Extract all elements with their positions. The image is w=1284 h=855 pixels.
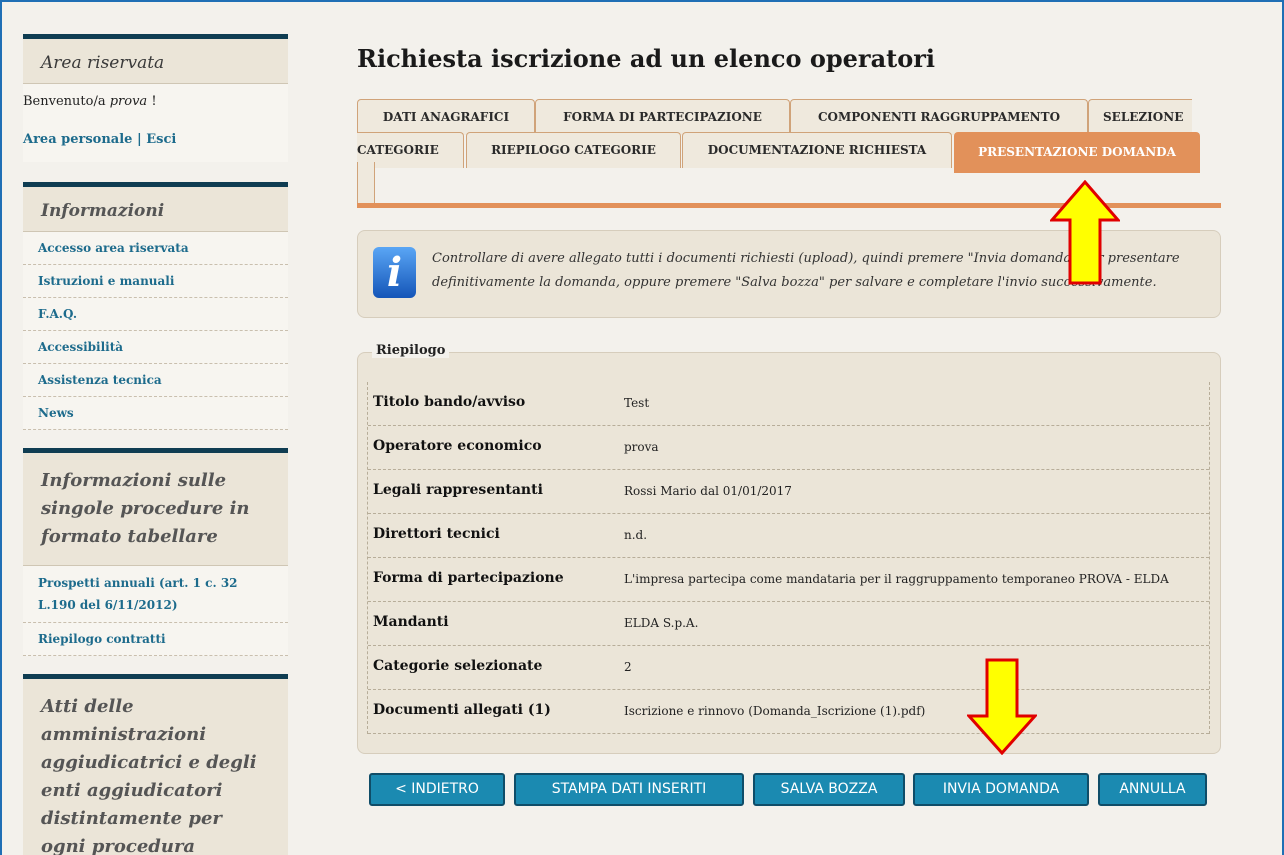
tab-selezione[interactable]: SELEZIONE (1088, 99, 1192, 135)
row-value: 2 (624, 660, 632, 674)
page-title: Richiesta iscrizione ad un elenco operat… (357, 44, 935, 73)
row-label: Mandanti (373, 614, 449, 630)
row-value: L'impresa partecipa come mandataria per … (624, 572, 1169, 586)
save-draft-button[interactable]: SALVA BOZZA (753, 773, 905, 806)
sidebar-reserved-title: Area riservata (23, 39, 288, 84)
sidebar: Area riservata Benvenuto/a prova ! Area … (23, 34, 288, 855)
sidebar-item-support[interactable]: Assistenza tecnica (23, 364, 288, 397)
row-label: Titolo bando/avviso (373, 394, 526, 410)
sidebar-acts-title: Atti delle amministrazioni aggiudicatric… (41, 696, 257, 855)
down-arrow-icon (967, 658, 1037, 755)
sidebar-item-reserved-access[interactable]: Accesso area riservata (23, 232, 288, 265)
table-row: Documenti allegati (1) Iscrizione e rinno… (368, 690, 1209, 734)
welcome-message: Benvenuto/a prova ! (23, 92, 288, 112)
sidebar-item-manuals[interactable]: Istruzioni e manuali (23, 265, 288, 298)
table-row: Mandanti ELDA S.p.A. (368, 602, 1209, 646)
tab-stub (357, 162, 375, 203)
sidebar-reserved-area: Area riservata Benvenuto/a prova ! Area … (23, 34, 288, 162)
sidebar-item-faq[interactable]: F.A.Q. (23, 298, 288, 331)
row-value: Test (624, 396, 650, 410)
sidebar-item-annual-reports[interactable]: Prospetti annuali (art. 1 c. 32 L.190 de… (23, 566, 288, 623)
table-row: Titolo bando/avviso Test (368, 382, 1209, 426)
tab-documentazione-richiesta[interactable]: DOCUMENTAZIONE RICHIESTA (682, 132, 952, 168)
table-row: Forma di partecipazione L'impresa parteci… (368, 558, 1209, 602)
sidebar-item-contracts-summary[interactable]: Riepilogo contratti (23, 623, 288, 656)
summary-table: Titolo bando/avviso Test Operatore econom… (367, 382, 1210, 734)
link-separator: | (132, 132, 147, 147)
row-value: Iscrizione e rinnovo (Domanda_Iscrizione… (624, 704, 926, 718)
sidebar-account-links: Area personale | Esci (23, 130, 288, 150)
row-label: Operatore economico (373, 438, 542, 454)
welcome-prefix: Benvenuto/a (23, 94, 110, 109)
row-label: Forma di partecipazione (373, 570, 564, 586)
send-application-button[interactable]: INVIA DOMANDA (913, 773, 1089, 806)
sidebar-info-section: Informazioni Accesso area riservata Istr… (23, 182, 288, 430)
row-label: Categorie selezionate (373, 658, 543, 674)
up-arrow-icon (1050, 180, 1120, 285)
summary-legend: Riepilogo (372, 343, 450, 358)
row-value: prova (624, 440, 659, 454)
tab-presentazione-domanda[interactable]: PRESENTAZIONE DOMANDA (954, 132, 1200, 173)
sidebar-item-accessibility[interactable]: Accessibilità (23, 331, 288, 364)
table-row: Operatore economico prova (368, 426, 1209, 470)
row-label: Direttori tecnici (373, 526, 500, 542)
tab-componenti-raggruppamento[interactable]: COMPONENTI RAGGRUPPAMENTO (790, 99, 1088, 135)
tab-forma-partecipazione[interactable]: FORMA DI PARTECIPAZIONE (535, 99, 790, 135)
row-value: ELDA S.p.A. (624, 616, 699, 630)
table-row: Legali rappresentanti Rossi Mario dal 01/… (368, 470, 1209, 514)
tab-riepilogo-categorie[interactable]: RIEPILOGO CATEGORIE (466, 132, 681, 168)
sidebar-info-title: Informazioni (23, 187, 288, 232)
back-button[interactable]: < INDIETRO (369, 773, 505, 806)
row-label: Legali rappresentanti (373, 482, 543, 498)
sidebar-procedures-section: Informazioni sulle singole procedure in … (23, 448, 288, 656)
sidebar-procedures-title: Informazioni sulle singole procedure in … (23, 453, 288, 566)
info-icon: i (373, 247, 416, 298)
row-value: n.d. (624, 528, 648, 542)
sidebar-acts-section: Atti delle amministrazioni aggiudicatric… (23, 674, 288, 855)
personal-area-link[interactable]: Area personale (23, 132, 132, 147)
logout-link[interactable]: Esci (146, 132, 176, 147)
print-data-button[interactable]: STAMPA DATI INSERITI (514, 773, 744, 806)
table-row: Direttori tecnici n.d. (368, 514, 1209, 558)
welcome-user: prova (109, 94, 148, 109)
row-label: Documenti allegati (1) (373, 702, 551, 718)
sidebar-welcome: Benvenuto/a prova ! Area personale | Esc… (23, 84, 288, 162)
row-value: Rossi Mario dal 01/01/2017 (624, 484, 792, 498)
page-frame: Area riservata Benvenuto/a prova ! Area … (0, 0, 1284, 855)
cancel-button[interactable]: ANNULLA (1098, 773, 1207, 806)
sidebar-item-news[interactable]: News (23, 397, 288, 430)
table-row: Categorie selezionate 2 (368, 646, 1209, 690)
tab-dati-anagrafici[interactable]: DATI ANAGRAFICI (357, 99, 535, 135)
welcome-suffix: ! (147, 94, 157, 109)
